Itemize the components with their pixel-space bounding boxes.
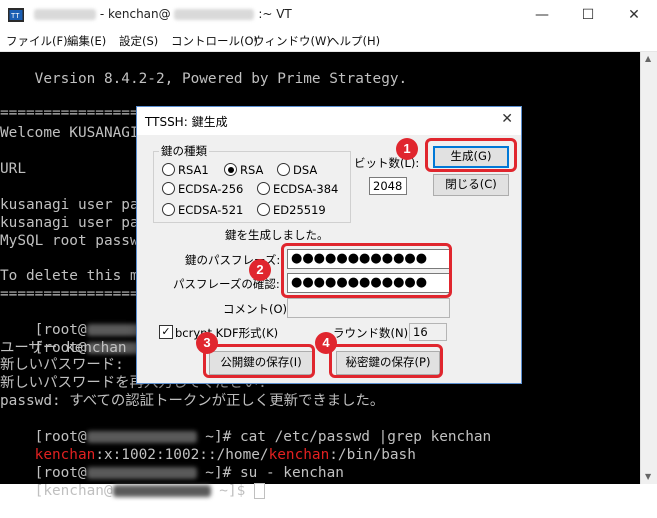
redacted-host <box>34 9 96 20</box>
radio-dsa[interactable]: DSA <box>277 163 317 177</box>
radio-ed25519[interactable]: ED25519 <box>257 203 326 217</box>
menu-help[interactable]: ヘルプ(H) <box>328 33 380 49</box>
close-button[interactable]: 閉じる(C) <box>433 174 509 196</box>
terminal-line: ユーザー kenchan <box>0 340 127 356</box>
radio-ecdsa-384[interactable]: ECDSA-384 <box>257 182 338 196</box>
menu-settings[interactable]: 設定(S) <box>119 33 158 49</box>
window-title-path: :~ VT <box>258 7 292 21</box>
key-type-label: 鍵の種類 <box>159 143 209 159</box>
comment-label: コメント(O): <box>223 302 291 316</box>
redacted-host <box>112 485 211 497</box>
vertical-scrollbar[interactable]: ▲ ▼ <box>640 52 657 484</box>
highlight-generate <box>425 138 517 172</box>
highlight-save-private <box>329 344 443 378</box>
status-message: 鍵を生成しました。 <box>225 228 329 242</box>
step-badge-3: 3 <box>196 332 218 354</box>
radio-ecdsa-256[interactable]: ECDSA-256 <box>162 182 243 196</box>
rounds-input[interactable]: 16 <box>409 323 447 341</box>
teraterm-app-icon: TT <box>8 8 24 22</box>
terminal-line: ================== <box>0 105 156 121</box>
menu-window[interactable]: ウィンドウ(W) <box>253 33 331 49</box>
terminal-prompt-tail: ~]$ <box>210 483 254 499</box>
close-window-button[interactable]: ✕ <box>611 0 657 31</box>
terminal-line: kusanagi user pas <box>0 197 148 213</box>
window-title-user: - kenchan@ <box>99 7 171 21</box>
terminal-line: URL <box>0 161 26 177</box>
radio-ecdsa-521[interactable]: ECDSA-521 <box>162 203 243 217</box>
terminal-line: MySQL root passw <box>0 233 139 249</box>
dialog-titlebar: TTSSH: 鍵生成 ✕ <box>137 107 521 135</box>
terminal-line: [kenchan@ ~]$ <box>0 464 265 518</box>
redacted-host <box>174 9 255 20</box>
bits-input[interactable]: 2048 <box>369 177 407 195</box>
bcrypt-checkbox[interactable]: ✓ <box>159 325 173 339</box>
svg-text:TT: TT <box>11 12 20 20</box>
radio-rsa1[interactable]: RSA1 <box>162 163 209 177</box>
terminal-line: Welcome KUSANAGI <box>0 125 139 141</box>
terminal-prompt: [kenchan@ <box>34 483 113 499</box>
menu-control[interactable]: コントロール(O) <box>171 33 258 49</box>
window-titlebar: TT - kenchan@ :~ VT — ☐ ✕ <box>0 0 657 31</box>
highlight-save-public <box>203 344 315 378</box>
rounds-label: ラウンド数(N): <box>333 326 412 340</box>
terminal-line: To delete this me <box>0 268 148 284</box>
comment-input[interactable] <box>287 298 450 318</box>
bcrypt-label: bcrypt KDF形式(K) <box>175 326 279 340</box>
terminal-line: ================== <box>0 286 156 302</box>
step-badge-2: 2 <box>249 259 271 281</box>
terminal-line: Version 8.4.2-2, Powered by Prime Strate… <box>0 71 408 87</box>
step-badge-1: 1 <box>396 138 418 160</box>
dialog-title: TTSSH: 鍵生成 <box>145 115 228 129</box>
minimize-button[interactable]: — <box>519 0 565 31</box>
menu-edit[interactable]: 編集(E) <box>67 33 106 49</box>
terminal-cursor <box>253 483 265 499</box>
highlight-passphrase <box>281 243 452 298</box>
scroll-up-icon[interactable]: ▲ <box>645 54 651 63</box>
dialog-close-icon[interactable]: ✕ <box>501 111 513 127</box>
step-badge-4: 4 <box>315 332 337 354</box>
maximize-button[interactable]: ☐ <box>565 0 611 31</box>
terminal-line: 新しいパスワード: <box>0 357 124 373</box>
menu-bar: ファイル(F) 編集(E) 設定(S) コントロール(O) ウィンドウ(W) ヘ… <box>0 31 657 52</box>
window-title: - kenchan@ :~ VT <box>34 7 292 21</box>
scroll-down-icon[interactable]: ▼ <box>645 472 651 481</box>
menu-file[interactable]: ファイル(F) <box>6 33 68 49</box>
terminal-line: kusanagi user pas <box>0 215 148 231</box>
terminal-line: passwd: すべての認証トークンが正しく更新できました。 <box>0 393 385 409</box>
radio-rsa[interactable]: RSA <box>224 163 263 177</box>
